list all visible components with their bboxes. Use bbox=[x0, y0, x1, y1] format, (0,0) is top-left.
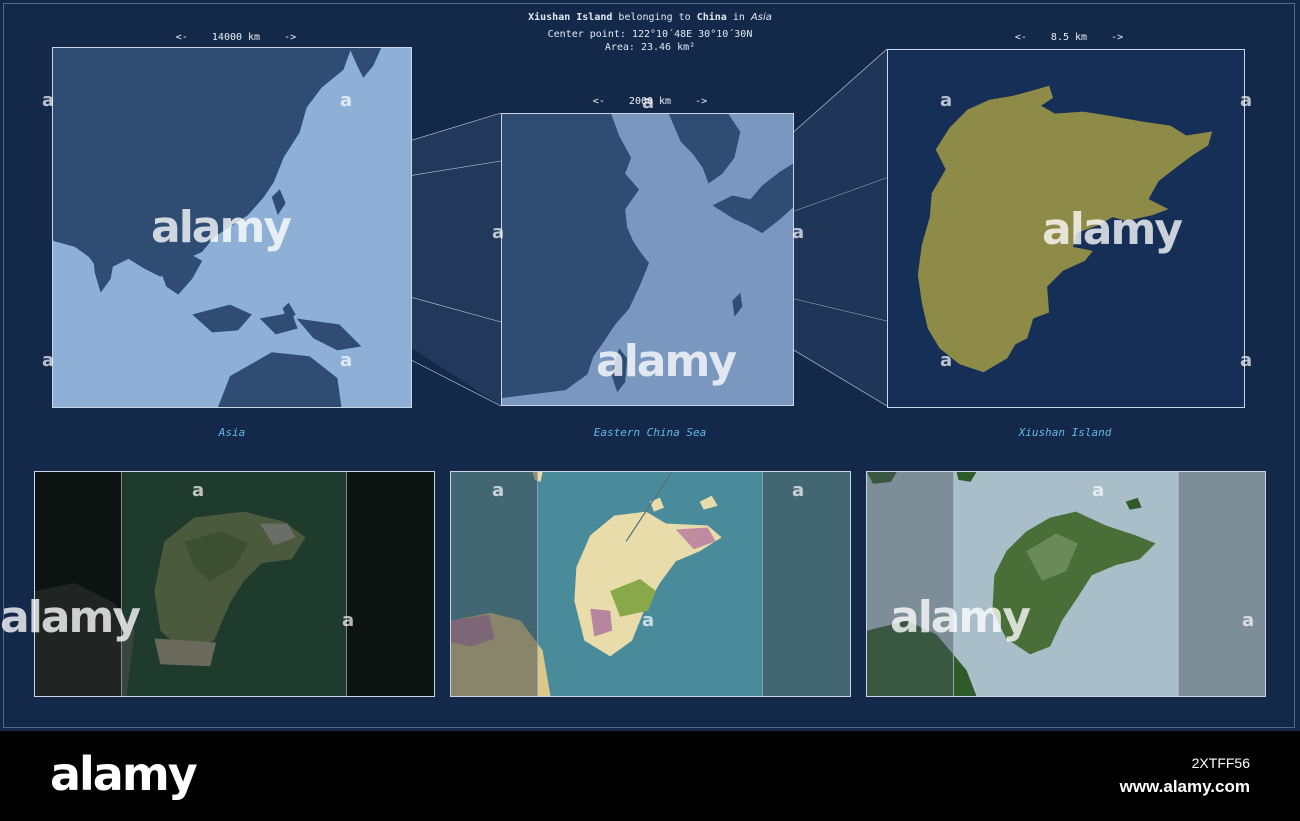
watermark-a: a bbox=[642, 92, 655, 113]
center-point-value: 122°10´48E 30°10´30N bbox=[631, 29, 753, 40]
watermark-a: a bbox=[42, 350, 55, 371]
caption-asia: Asia bbox=[218, 426, 246, 439]
watermark-a: a bbox=[1240, 350, 1253, 371]
watermark-bottom-right: alamy bbox=[890, 592, 1031, 643]
watermark-a: a bbox=[940, 350, 953, 371]
center-point-label: Center point: bbox=[547, 29, 626, 40]
watermark-bottom-left: alamy bbox=[0, 592, 141, 643]
watermark-a: a bbox=[1242, 610, 1255, 631]
watermark-island: alamy bbox=[1042, 204, 1183, 255]
watermark-a: a bbox=[192, 480, 205, 501]
caption-island: Xiushan Island bbox=[1018, 426, 1112, 439]
map-figure: Xiushan Island belonging to China in Asi… bbox=[0, 0, 1300, 731]
watermark-asia: alamy bbox=[151, 202, 292, 253]
relief-map-panel bbox=[866, 471, 1266, 697]
belonging-text: belonging to bbox=[618, 12, 691, 23]
watermark-a: a bbox=[1240, 90, 1253, 111]
scale-island: <- 8.5 km -> bbox=[1014, 32, 1124, 43]
watermark-a: a bbox=[940, 90, 953, 111]
watermark-sea: alamy bbox=[596, 336, 737, 387]
watermark-a: a bbox=[342, 610, 355, 631]
watermark-a: a bbox=[792, 222, 805, 243]
country-name: China bbox=[696, 12, 727, 23]
site-url[interactable]: www.alamy.com bbox=[1120, 777, 1250, 797]
watermark-a: a bbox=[642, 610, 655, 631]
alamy-logo: alamy bbox=[50, 747, 198, 801]
in-text: in bbox=[732, 12, 745, 23]
area-label: Area: bbox=[604, 42, 635, 53]
satellite-map-panel bbox=[34, 471, 435, 697]
watermark-a: a bbox=[1092, 480, 1105, 501]
watermark-a: a bbox=[340, 350, 353, 371]
place-name: Xiushan Island bbox=[528, 12, 613, 23]
satellite-imagery bbox=[35, 472, 434, 696]
watermark-a: a bbox=[42, 90, 55, 111]
watermark-a: a bbox=[340, 90, 353, 111]
watermark-a: a bbox=[492, 222, 505, 243]
watermark-a: a bbox=[492, 480, 505, 501]
image-id: 2XTFF56 bbox=[1191, 755, 1250, 771]
title-line: Xiushan Island belonging to China in Asi… bbox=[0, 11, 1300, 24]
political-map-content bbox=[451, 472, 850, 696]
asia-map-panel: alamy bbox=[52, 47, 412, 408]
relief-map-content bbox=[867, 472, 1265, 696]
sea-map-panel: alamy bbox=[501, 113, 794, 406]
watermark-a: a bbox=[792, 480, 805, 501]
caption-sea: Eastern China Sea bbox=[593, 426, 707, 439]
scale-asia: <- 14000 km -> bbox=[175, 32, 297, 43]
area-value: 23.46 km² bbox=[640, 42, 696, 53]
continent-name: Asia bbox=[750, 12, 772, 23]
stock-footer: alamy 2XTFF56 www.alamy.com bbox=[0, 731, 1300, 821]
political-map-panel bbox=[450, 471, 851, 697]
